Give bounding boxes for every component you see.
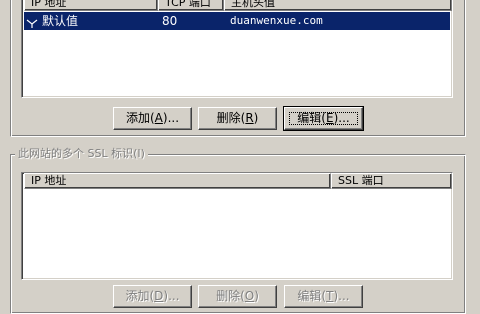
ssl-list[interactable]: IP 地址 SSL 端口 <box>21 172 453 280</box>
add-ssl-button-ellipsis: ... <box>168 289 180 303</box>
remove-ssl-button-hotkey: O <box>244 289 255 303</box>
ssl-column-header-ip-label: IP 地址 <box>31 174 67 187</box>
add-ssl-button-hotkey: D <box>154 289 164 303</box>
add-ssl-button-label: 添加 <box>125 289 150 303</box>
host-group-frame <box>10 0 466 137</box>
edit-ssl-button-ellipsis: ... <box>338 289 350 303</box>
edit-ssl-button-label: 编辑 <box>297 289 322 303</box>
ssl-column-header-port-label: SSL 端口 <box>338 174 384 187</box>
edit-ssl-button[interactable]: 编辑(T)... <box>284 285 363 308</box>
edit-ssl-button-hotkey: T <box>326 289 334 303</box>
add-ssl-button[interactable]: 添加(D)... <box>113 285 192 308</box>
ssl-group-legend: 此网站的多个 SSL 标识(I) <box>15 147 148 161</box>
ssl-column-header-ip[interactable]: IP 地址 <box>24 173 331 189</box>
ssl-column-header-port[interactable]: SSL 端口 <box>331 173 452 189</box>
remove-ssl-button-label: 删除 <box>216 289 241 303</box>
remove-ssl-button[interactable]: 删除(O) <box>198 285 277 308</box>
